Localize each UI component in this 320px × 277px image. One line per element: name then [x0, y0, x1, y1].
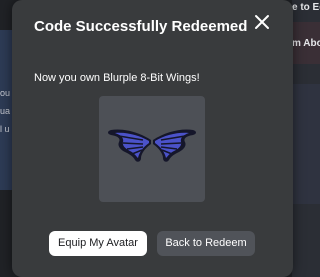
background-right-text: e to Ed: [292, 2, 320, 13]
equip-avatar-button[interactable]: Equip My Avatar: [49, 231, 147, 256]
success-message: Now you own Blurple 8-Bit Wings!: [34, 72, 200, 84]
back-to-redeem-button[interactable]: Back to Redeem: [157, 231, 255, 256]
background-left-text: ou: [0, 88, 11, 98]
close-button[interactable]: [252, 12, 272, 32]
modal-title: Code Successfully Redeemed: [34, 18, 248, 35]
background-right-text: m Abo: [292, 38, 320, 49]
item-thumbnail: [99, 96, 205, 202]
background-left-text: ua: [0, 106, 11, 116]
background-left-text: l u: [0, 124, 10, 134]
wings-icon: [108, 129, 196, 162]
redeem-success-modal: Code Successfully Redeemed Now you own B…: [12, 0, 293, 277]
background-right-card: [292, 84, 320, 204]
close-icon: [255, 15, 269, 29]
